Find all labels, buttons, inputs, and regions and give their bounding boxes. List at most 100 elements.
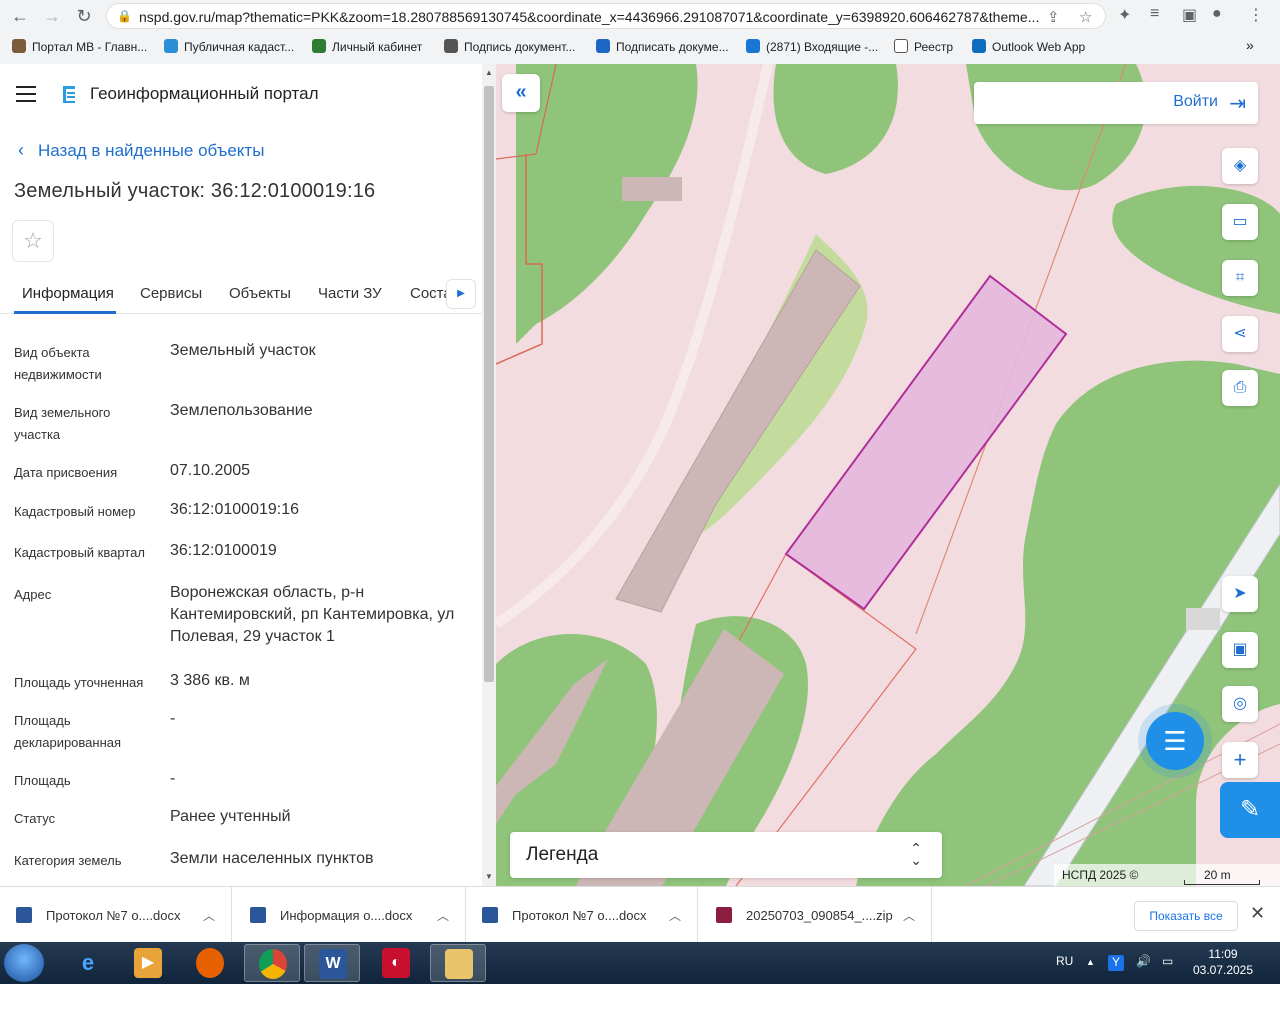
info-value: Земельный участок	[170, 342, 316, 359]
archive-file-icon	[716, 907, 732, 923]
forward-arrow-icon[interactable]: →	[40, 4, 64, 28]
tray-expand-icon[interactable]: ▲	[1086, 957, 1095, 967]
layers-icon: ◈	[1233, 157, 1247, 174]
info-value: 07.10.2005	[170, 462, 251, 479]
bookmark-item[interactable]: Outlook Web App	[972, 39, 1085, 54]
scroll-down-icon[interactable]: ▼	[484, 872, 494, 881]
show-all-downloads-button[interactable]: Показать все	[1134, 901, 1238, 931]
layers-button[interactable]: ◈	[1222, 148, 1258, 184]
app-icon: ◐	[382, 948, 410, 978]
expand-collapse-icon[interactable]: ⌃ ⌄	[910, 841, 922, 867]
bookmark-favicon-icon	[596, 39, 610, 53]
close-icon[interactable]: ✕	[1250, 903, 1265, 924]
print-button[interactable]: ⎙	[1222, 370, 1258, 406]
geo-search-button[interactable]: ◎	[1222, 686, 1258, 722]
taskbar-media-player[interactable]: ▶	[120, 944, 176, 982]
mail-icon	[746, 39, 760, 53]
tab-parts[interactable]: Части ЗУ	[318, 285, 382, 302]
word-file-icon	[482, 907, 498, 923]
reload-icon[interactable]: ↻	[72, 4, 96, 28]
start-button[interactable]	[4, 944, 44, 982]
login-button[interactable]: Войти ⇥	[974, 82, 1258, 124]
side-panel-icon[interactable]: ▣	[1182, 5, 1197, 25]
taskbar-firefox[interactable]	[182, 944, 238, 982]
downloads-bar: Протокол №7 о....docx ︿ Информация о....…	[0, 886, 1280, 943]
bookmark-item[interactable]: Личный кабинет	[312, 39, 422, 54]
info-value: 3 386 кв. м	[170, 672, 250, 689]
bookmark-item[interactable]: Подписать докуме...	[596, 39, 729, 54]
taskbar-word[interactable]: W	[304, 944, 360, 982]
info-label: Вид земельного участка	[14, 405, 111, 442]
url-text[interactable]: nspd.gov.ru/map?thematic=PKK&zoom=18.280…	[139, 9, 1039, 25]
bookmark-item[interactable]: Подпись документ...	[444, 39, 575, 54]
chevron-up-icon[interactable]: ︿	[669, 907, 681, 924]
lock-icon: 🔒	[117, 9, 132, 23]
media-icon[interactable]: ≡	[1150, 5, 1159, 23]
taskbar-chrome[interactable]	[244, 944, 300, 982]
tray-app-icon[interactable]: Y	[1108, 955, 1124, 971]
map-canvas[interactable]: « Войти ⇥ ◈ ▭ ⌗ ⋖ ⎙ ➤ ▣ ◎ + ☰ ✎ Легенда …	[496, 64, 1280, 886]
panel-scrollbar[interactable]: ▲ ▼	[482, 64, 496, 886]
tabs-bar: Информация Сервисы Объекты Части ЗУ Сост…	[0, 276, 482, 314]
measure-button[interactable]: ▭	[1222, 204, 1258, 240]
address-bar[interactable]: 🔒 nspd.gov.ru/map?thematic=PKK&zoom=18.2…	[106, 3, 1106, 29]
download-item[interactable]: Информация о....docx ︿	[234, 887, 466, 943]
download-item[interactable]: Протокол №7 о....docx ︿	[466, 887, 698, 943]
locate-button[interactable]: ➤	[1222, 576, 1258, 612]
chat-button[interactable]: ☰	[1146, 712, 1204, 770]
plus-icon: +	[1233, 747, 1247, 772]
scroll-up-icon[interactable]: ▲	[484, 68, 494, 77]
portal-title: Геоинформационный портал	[90, 84, 319, 103]
bookmark-item[interactable]: Реестр	[894, 39, 953, 54]
portal-logo-icon	[63, 86, 75, 103]
back-arrow-icon[interactable]: ←	[8, 4, 32, 28]
info-value: Землепользование	[170, 402, 313, 419]
location-pin-icon: ◎	[1233, 695, 1247, 712]
word-file-icon	[16, 907, 32, 923]
chevron-up-icon[interactable]: ︿	[437, 907, 449, 924]
volume-icon[interactable]: 🔊	[1136, 954, 1151, 968]
basemap-button[interactable]: ▣	[1222, 632, 1258, 668]
share-button[interactable]: ⋖	[1222, 316, 1258, 352]
more-bookmarks-button[interactable]: »	[1246, 37, 1254, 53]
taskbar-app[interactable]: ◐	[368, 944, 424, 982]
select-area-button[interactable]: ⌗	[1222, 260, 1258, 296]
favorite-star-button[interactable]: ☆	[12, 220, 54, 262]
chevron-up-icon[interactable]: ︿	[203, 907, 215, 924]
collapse-panel-button[interactable]: «	[502, 74, 540, 112]
zoom-in-button[interactable]: +	[1222, 742, 1258, 778]
taskbar-internet-explorer[interactable]: e	[60, 944, 116, 982]
system-clock[interactable]: 11:09 03.07.2025	[1186, 946, 1260, 978]
info-value: Земли населенных пунктов	[170, 850, 374, 867]
tab-objects[interactable]: Объекты	[229, 285, 291, 302]
extensions-icon[interactable]: ✦	[1118, 5, 1131, 25]
download-item[interactable]: Протокол №7 о....docx ︿	[0, 887, 232, 943]
folder-icon	[445, 949, 473, 979]
star-icon: ☆	[23, 228, 43, 253]
share-icon[interactable]: ⇪	[1047, 8, 1060, 26]
info-label: Вид объекта недвижимости	[14, 345, 102, 382]
bookmark-star-icon[interactable]: ☆	[1079, 8, 1092, 26]
hamburger-menu-icon[interactable]	[16, 86, 36, 102]
legend-panel[interactable]: Легенда ⌃ ⌄	[510, 832, 942, 878]
assistant-button[interactable]: ✎	[1220, 782, 1280, 838]
tabs-next-button[interactable]: ▶	[446, 279, 476, 309]
taskbar-explorer[interactable]	[430, 944, 486, 982]
back-to-results-link[interactable]: ‹ Назад в найденные объекты	[18, 140, 264, 161]
action-center-icon[interactable]: ▭	[1162, 954, 1173, 968]
menu-icon[interactable]: ⋮	[1248, 5, 1264, 25]
ruler-icon: ▭	[1232, 213, 1248, 230]
double-chevron-left-icon: «	[515, 81, 527, 103]
login-icon: ⇥	[1229, 93, 1246, 115]
language-indicator[interactable]: RU	[1056, 954, 1073, 968]
tab-services[interactable]: Сервисы	[140, 285, 202, 302]
bookmark-item[interactable]: Портал МВ - Главн...	[12, 39, 147, 54]
bookmark-item[interactable]: Публичная кадаст...	[164, 39, 294, 54]
outlook-icon	[972, 39, 986, 53]
chevron-up-icon[interactable]: ︿	[903, 907, 915, 924]
bookmark-item[interactable]: (2871) Входящие -...	[746, 39, 878, 54]
profile-icon[interactable]: ●	[1212, 5, 1222, 23]
scroll-thumb[interactable]	[484, 86, 494, 682]
tab-information[interactable]: Информация	[22, 285, 114, 302]
download-item[interactable]: 20250703_090854_....zip ︿	[700, 887, 932, 943]
